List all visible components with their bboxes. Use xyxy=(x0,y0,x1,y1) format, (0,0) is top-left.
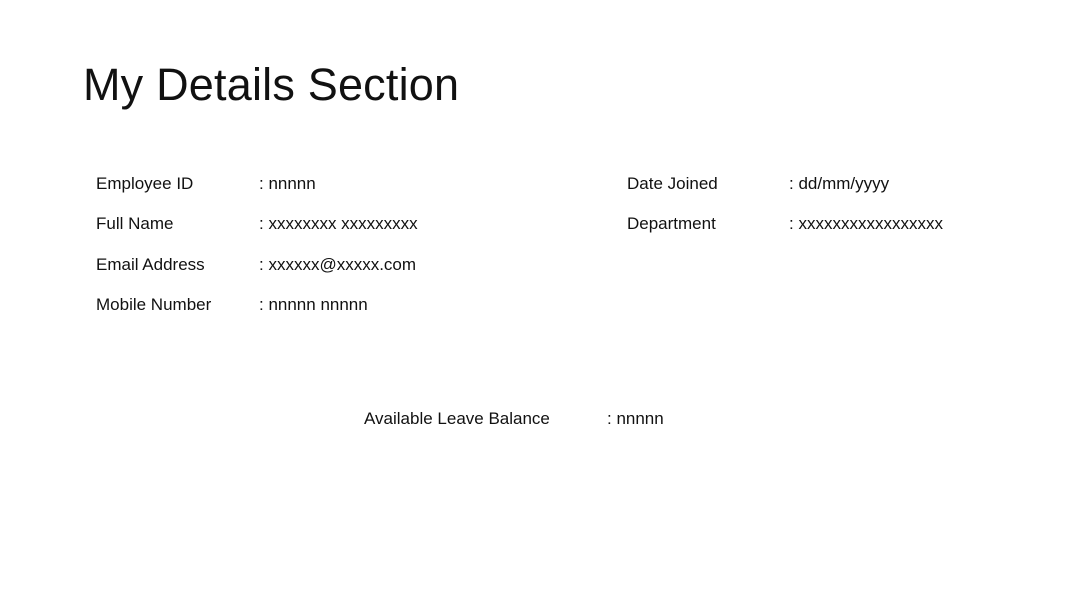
employee-id-value: : nnnnn xyxy=(259,174,316,193)
leave-balance-value: : nnnnn xyxy=(607,409,664,428)
mobile-number-label: Mobile Number xyxy=(96,295,212,314)
email-address-label: Email Address xyxy=(96,255,205,274)
leave-balance-label: Available Leave Balance xyxy=(364,409,550,428)
date-joined-value: : dd/mm/yyyy xyxy=(789,174,890,193)
full-name-value: : xxxxxxxx xxxxxxxxx xyxy=(259,214,418,233)
employee-id-label: Employee ID xyxy=(96,174,194,193)
department-label: Department xyxy=(627,214,716,233)
date-joined-label: Date Joined xyxy=(627,174,718,193)
details-slide: My Details Section Employee ID : nnnnn F… xyxy=(0,0,1080,608)
full-name-label: Full Name xyxy=(96,214,174,233)
page-title: My Details Section xyxy=(83,59,460,110)
mobile-number-value: : nnnnn nnnnn xyxy=(259,295,368,314)
email-address-value: : xxxxxx@xxxxx.com xyxy=(259,255,417,274)
department-value: : xxxxxxxxxxxxxxxxx xyxy=(789,214,943,233)
